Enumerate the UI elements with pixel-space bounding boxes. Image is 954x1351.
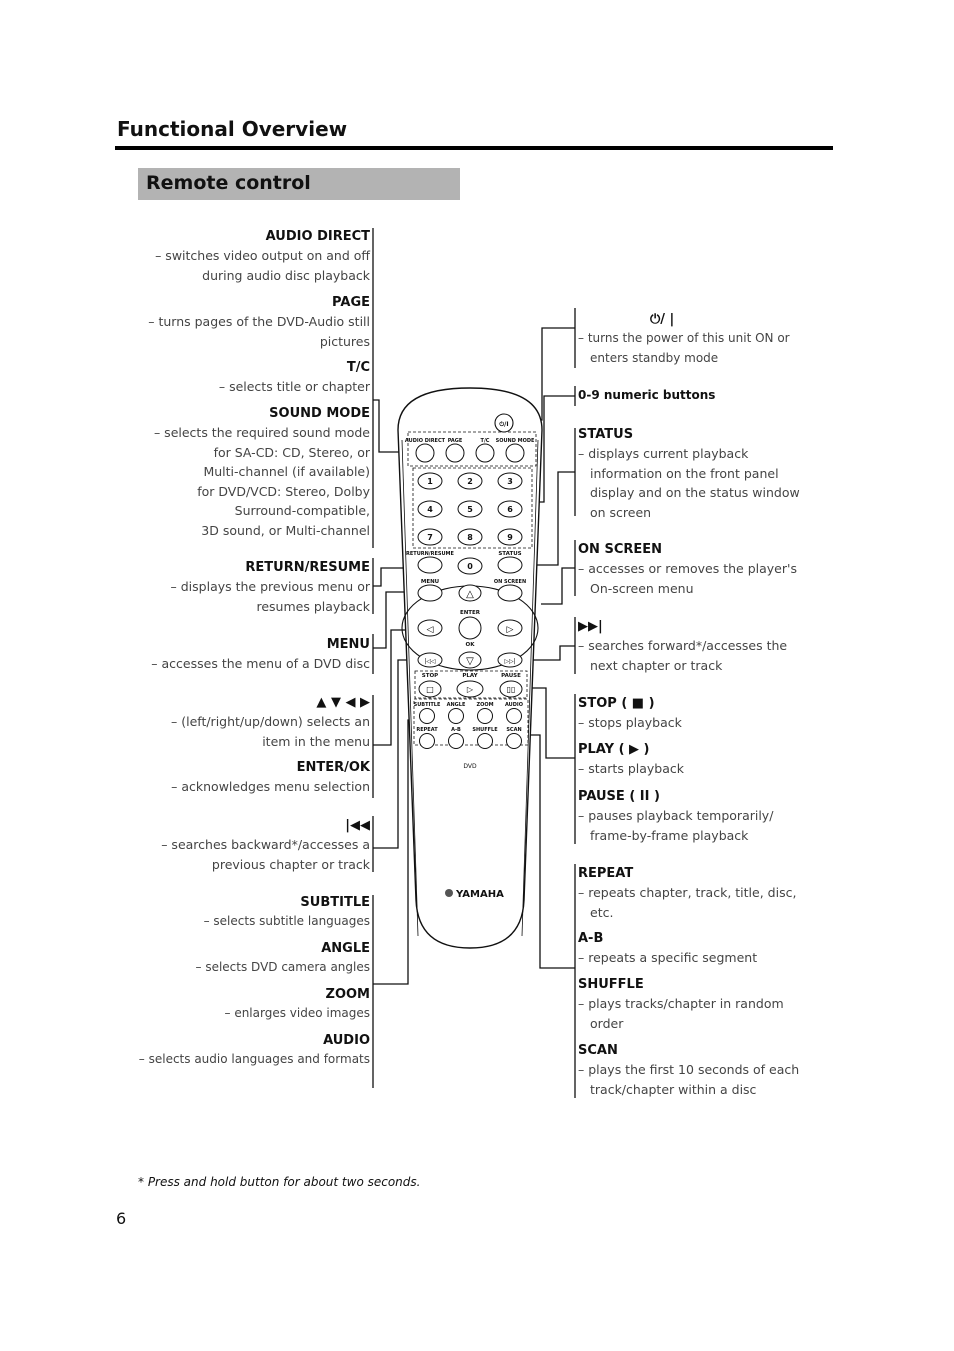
top-button-label: T/C <box>481 438 490 444</box>
top-button-label: PAGE <box>448 438 463 444</box>
transport-label: STOP <box>422 673 438 679</box>
enter-label: ENTER <box>460 610 481 616</box>
scan-button[interactable] <box>506 733 522 749</box>
top-row-button[interactable] <box>475 443 495 463</box>
zoom-button[interactable] <box>477 708 493 724</box>
function-button-label: ANGLE <box>447 702 466 708</box>
pause-icon: ▯▯ <box>507 685 516 694</box>
function-button-label: SUBTITLE <box>414 702 441 708</box>
onscreen-button <box>497 584 523 602</box>
page-number: 6 <box>116 1209 127 1228</box>
digit-label: 9 <box>507 533 513 542</box>
digit-label: 4 <box>427 505 433 514</box>
digit-label: 8 <box>467 533 473 542</box>
shuffle-button[interactable] <box>477 733 493 749</box>
digit-label: 2 <box>467 477 473 486</box>
function-button-label: SCAN <box>506 727 521 733</box>
up-arrow-icon: △ <box>466 589 474 600</box>
power-button-label: ⏻/I <box>499 421 508 428</box>
digit-label: 6 <box>507 505 513 514</box>
top-button-label: SOUND MODE <box>496 438 535 444</box>
left-arrow-icon: ◁ <box>427 625 434 635</box>
top-button-label: AUDIO DIRECT <box>405 438 446 444</box>
top-row-button[interactable] <box>445 443 465 463</box>
down-arrow-icon: ▽ <box>466 656 474 667</box>
audio-button[interactable] <box>506 708 522 724</box>
next-icon: ▷▷| <box>504 658 515 665</box>
angle-button[interactable] <box>448 708 464 724</box>
return-resume-button <box>417 556 443 574</box>
function-button-label: REPEAT <box>416 727 438 733</box>
digit-label: 1 <box>427 477 433 486</box>
yamaha-logo-icon <box>445 889 453 897</box>
digit-label: 5 <box>467 505 473 514</box>
function-button-label: AUDIO <box>505 702 523 708</box>
repeat-button[interactable] <box>419 733 435 749</box>
function-button-label: ZOOM <box>476 702 493 708</box>
menu-label: MENU <box>421 579 439 585</box>
digit-label: 3 <box>507 477 513 486</box>
digit-label: 7 <box>427 533 433 542</box>
ok-label: OK <box>466 642 476 648</box>
return-resume-label: RETURN/RESUME <box>406 551 454 557</box>
status-button <box>497 556 523 574</box>
stop-icon: □ <box>426 685 434 694</box>
footnote: * Press and hold button for about two se… <box>138 1175 421 1189</box>
right-arrow-icon: ▷ <box>507 625 514 635</box>
function-button-label: SHUFFLE <box>472 727 498 733</box>
menu-button <box>417 584 443 602</box>
subtitle-button[interactable] <box>419 708 435 724</box>
top-row-button[interactable] <box>415 443 435 463</box>
top-row-button[interactable] <box>505 443 525 463</box>
ab-button[interactable] <box>448 733 464 749</box>
play-icon: ▷ <box>467 685 474 694</box>
enter-ok-button <box>458 616 482 640</box>
prev-icon: |◁◁ <box>424 658 436 665</box>
status-label: STATUS <box>498 551 521 557</box>
transport-label: PLAY <box>462 673 478 679</box>
dvd-label: DVD <box>463 763 477 770</box>
transport-label: PAUSE <box>501 673 521 679</box>
function-button-label: A-B <box>451 727 461 733</box>
digit-label: 0 <box>467 562 473 571</box>
onscreen-label: ON SCREEN <box>494 579 526 585</box>
brand-logo: YAMAHA <box>455 889 504 900</box>
remote-control-illustration: ⏻/I AUDIO DIRECT PAGE T/C SOUND MODE 1 2 3 4 5 6… <box>372 228 576 1098</box>
